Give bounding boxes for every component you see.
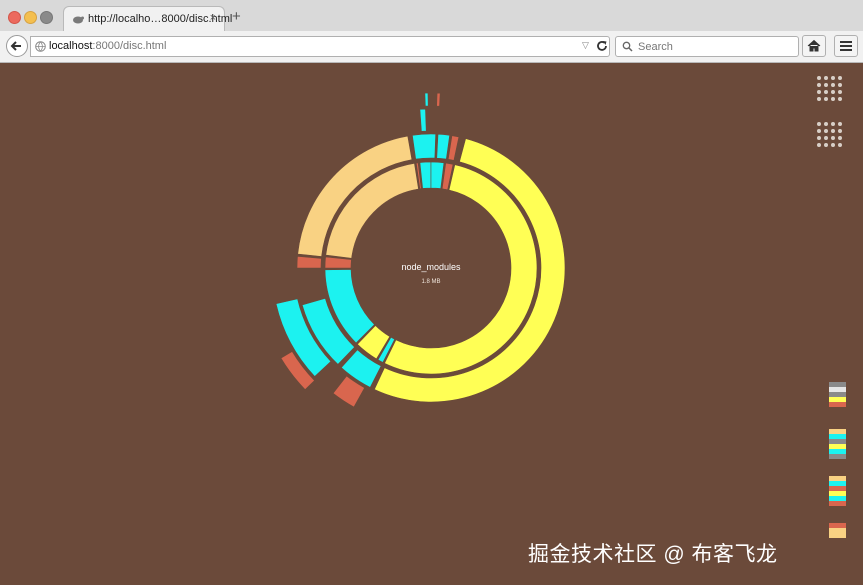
palette-swatch bbox=[829, 501, 846, 506]
hamburger-icon bbox=[840, 41, 852, 51]
url-host: localhost bbox=[49, 40, 93, 52]
url-text: localhost:8000/disc.html bbox=[49, 40, 166, 52]
ring4-cyan-sliver[interactable] bbox=[424, 92, 429, 107]
outer-cyan-arc-3[interactable] bbox=[436, 133, 450, 160]
dot-icon bbox=[831, 122, 835, 126]
dot-icon bbox=[824, 122, 828, 126]
outer-cyan-arc-2[interactable] bbox=[412, 133, 436, 160]
dot-icon bbox=[831, 83, 835, 87]
dot-icon bbox=[824, 76, 828, 80]
dot-icon bbox=[831, 143, 835, 147]
dot-icon bbox=[817, 136, 821, 140]
dot-icon bbox=[824, 83, 828, 87]
inner-coral-arc[interactable] bbox=[324, 256, 352, 269]
dot-icon bbox=[831, 136, 835, 140]
dot-icon bbox=[817, 90, 821, 94]
outer-coral-arc[interactable] bbox=[447, 135, 460, 161]
palette-swatch bbox=[829, 533, 846, 538]
palette-swatch bbox=[829, 454, 846, 459]
home-button[interactable] bbox=[802, 35, 826, 57]
center-label: node_modules bbox=[401, 262, 461, 272]
dot-icon bbox=[824, 90, 828, 94]
outer-coral-arc[interactable] bbox=[296, 255, 322, 269]
dot-icon bbox=[838, 76, 842, 80]
palette-option-4[interactable] bbox=[829, 523, 846, 538]
dot-icon bbox=[824, 129, 828, 133]
layout-cluster-icon[interactable] bbox=[817, 122, 845, 150]
search-placeholder: Search bbox=[638, 41, 673, 53]
history-dropdown-icon[interactable]: ▽ bbox=[582, 40, 589, 51]
dot-icon bbox=[838, 136, 842, 140]
home-icon bbox=[807, 39, 821, 52]
dot-icon bbox=[838, 122, 842, 126]
palette-option-2[interactable] bbox=[829, 429, 846, 459]
minimize-window-button[interactable] bbox=[24, 11, 37, 24]
dot-icon bbox=[831, 97, 835, 101]
browser-chrome: http://localho…8000/disc.html × + localh… bbox=[0, 0, 863, 63]
zoom-window-button[interactable] bbox=[40, 11, 53, 24]
tab-close-icon[interactable]: × bbox=[210, 12, 216, 24]
dot-icon bbox=[838, 83, 842, 87]
menu-button[interactable] bbox=[834, 35, 858, 57]
globe-icon bbox=[35, 41, 46, 52]
url-bar[interactable]: localhost:8000/disc.html ▽ bbox=[30, 36, 610, 57]
dot-icon bbox=[817, 76, 821, 80]
watermark: 掘金技术社区 @ 布客飞龙 bbox=[528, 543, 778, 566]
dot-icon bbox=[824, 143, 828, 147]
dot-icon bbox=[838, 143, 842, 147]
inner-cyan-arc-3[interactable] bbox=[430, 161, 445, 189]
new-tab-icon[interactable]: + bbox=[232, 8, 241, 25]
dot-icon bbox=[838, 129, 842, 133]
page-content: node_modules 1.8 MB bbox=[0, 62, 863, 585]
arrow-left-icon bbox=[10, 41, 21, 51]
palette-option-3[interactable] bbox=[829, 476, 846, 506]
search-bar[interactable]: Search bbox=[615, 36, 799, 57]
inner-cyan-arc-2[interactable] bbox=[419, 161, 432, 189]
ring4-coral-sliver[interactable] bbox=[436, 92, 441, 107]
dot-icon bbox=[824, 136, 828, 140]
dot-icon bbox=[838, 97, 842, 101]
palette-swatch bbox=[829, 402, 846, 407]
dot-icon bbox=[838, 90, 842, 94]
tab-strip: http://localho…8000/disc.html × + bbox=[0, 0, 863, 31]
dot-icon bbox=[831, 129, 835, 133]
dot-icon bbox=[831, 90, 835, 94]
dot-icon bbox=[817, 129, 821, 133]
back-button[interactable] bbox=[6, 35, 28, 57]
palette-option-1[interactable] bbox=[829, 382, 846, 407]
ring3-cyan-sliver[interactable] bbox=[419, 108, 427, 132]
dot-icon bbox=[817, 122, 821, 126]
dot-icon bbox=[824, 97, 828, 101]
dot-icon bbox=[817, 97, 821, 101]
dot-icon bbox=[817, 83, 821, 87]
dot-icon bbox=[817, 143, 821, 147]
nav-bar: localhost:8000/disc.html ▽ Search bbox=[0, 31, 863, 62]
tab-active[interactable]: http://localho…8000/disc.html × bbox=[63, 6, 232, 31]
sunburst-chart bbox=[275, 92, 566, 408]
url-path: :8000/disc.html bbox=[92, 40, 167, 52]
reload-icon[interactable] bbox=[595, 39, 609, 53]
close-window-button[interactable] bbox=[8, 11, 21, 24]
search-icon bbox=[622, 41, 633, 52]
dot-icon bbox=[831, 76, 835, 80]
layout-grid-icon[interactable] bbox=[817, 76, 845, 104]
center-size: 1.8 MB bbox=[421, 279, 441, 285]
turtle-favicon-icon bbox=[73, 16, 84, 24]
